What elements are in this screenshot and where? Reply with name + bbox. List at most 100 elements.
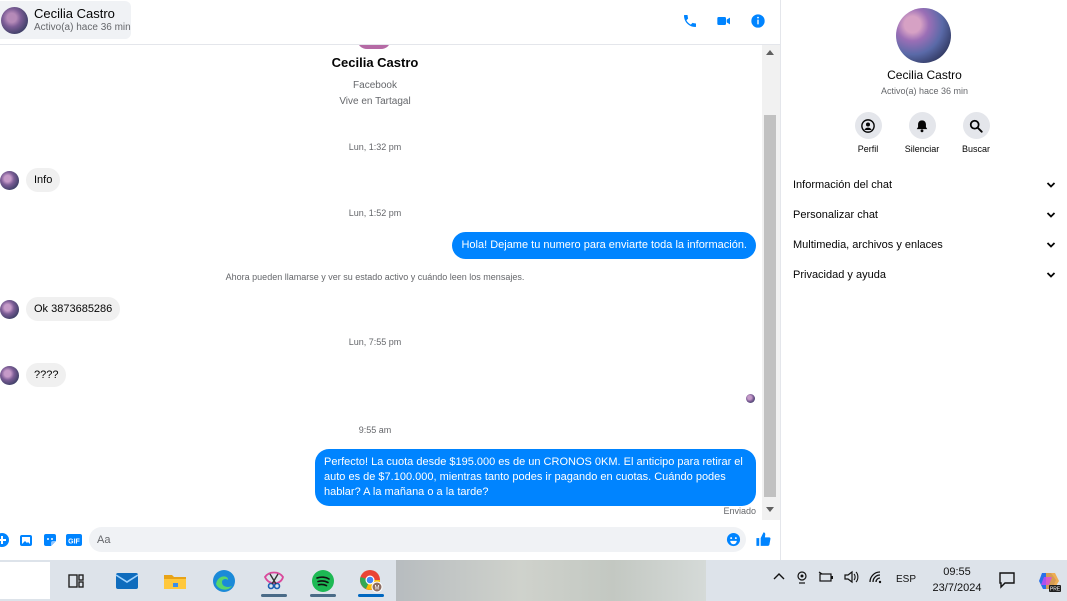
system-clock[interactable]: 09:55 23/7/2024: [928, 564, 986, 596]
contact-info: Cecilia Castro Activo(a) hace 36 min: [34, 6, 131, 33]
plus-circle-icon: [0, 533, 9, 547]
system-tray: [772, 570, 884, 584]
profile-source: Facebook: [353, 80, 397, 91]
contact-avatar[interactable]: [1, 6, 28, 34]
system-notice: Ahora pueden llamarse y ver su estado ac…: [225, 272, 525, 282]
sender-avatar: [0, 365, 19, 385]
input-language-indicator[interactable]: ESP: [896, 574, 916, 585]
message-bubble-out[interactable]: Perfecto! La cuota desde $195.000 es de …: [315, 449, 756, 506]
contact-header-button[interactable]: Cecilia Castro Activo(a) hace 36 min: [0, 1, 131, 39]
volume-icon[interactable]: [843, 570, 859, 584]
taskbar-mail-app[interactable]: [106, 564, 148, 597]
section-privacy-support[interactable]: Privacidad y ayuda: [793, 260, 1056, 290]
task-view-button[interactable]: [55, 564, 97, 597]
like-button[interactable]: [755, 531, 772, 553]
taskbar-spotify[interactable]: [302, 564, 344, 597]
timestamp: Lun, 1:52 pm: [348, 208, 402, 218]
taskbar-chrome[interactable]: M: [350, 564, 392, 597]
section-media-files-links[interactable]: Multimedia, archivos y enlaces: [793, 230, 1056, 260]
timestamp: Lun, 1:32 pm: [348, 142, 402, 152]
mute-action-button[interactable]: Silenciar: [905, 112, 939, 154]
contact-name: Cecilia Castro: [34, 6, 115, 22]
header-actions: [680, 11, 768, 31]
section-label: Información del chat: [793, 179, 893, 191]
profile-icon: [854, 112, 882, 139]
webcam-icon[interactable]: [795, 570, 809, 584]
message-bubble-in[interactable]: ????: [26, 363, 67, 387]
chrome-icon: M: [360, 569, 383, 592]
timestamp: Lun, 7:55 pm: [348, 337, 402, 347]
profile-actions: Perfil Silenciar Buscar: [853, 112, 991, 154]
copilot-button[interactable]: PRE: [1037, 569, 1061, 598]
message-bubble-out[interactable]: Hola! Dejame tu numero para enviarte tod…: [452, 232, 756, 259]
chat-scrollbar[interactable]: [762, 45, 780, 520]
bell-icon: [908, 112, 936, 139]
chevron-down-icon: [1046, 242, 1056, 248]
attach-image-button[interactable]: [18, 532, 34, 548]
video-call-button[interactable]: [714, 11, 734, 31]
thumbs-up-icon: [756, 532, 771, 546]
section-label: Personalizar chat: [793, 209, 878, 221]
message-input[interactable]: [89, 527, 746, 552]
wifi-icon[interactable]: [868, 570, 884, 584]
more-actions-button[interactable]: [0, 532, 10, 548]
video-camera-icon: [717, 17, 730, 25]
search-action-label: Buscar: [961, 144, 990, 154]
image-icon: [20, 535, 32, 546]
windows-taskbar: M ESP 09:55 23/7/2024 PRE: [0, 560, 1067, 601]
notification-center-button[interactable]: [998, 571, 1016, 594]
conversation-info-button[interactable]: [748, 11, 768, 31]
section-label: Privacidad y ayuda: [793, 269, 886, 281]
search-action-button[interactable]: Buscar: [961, 112, 991, 154]
info-icon: [751, 14, 765, 28]
sticker-button[interactable]: [42, 532, 58, 548]
message-list[interactable]: Cecilia Castro Facebook Vive en Tartagal…: [0, 39, 762, 520]
scroll-thumb[interactable]: [764, 115, 776, 497]
message-bubble-in[interactable]: Info: [26, 168, 61, 192]
sticker-icon: [44, 534, 56, 546]
scissors-icon: [263, 571, 284, 589]
incoming-message: ????: [0, 363, 67, 387]
profile-location: Vive en Tartagal: [339, 96, 411, 107]
spotify-icon: [312, 569, 334, 592]
taskbar-search-box[interactable]: [0, 562, 50, 599]
profile-avatar[interactable]: [896, 8, 951, 63]
mail-icon: [115, 572, 139, 589]
folder-icon: [164, 574, 186, 589]
seen-avatar-indicator: [746, 394, 755, 403]
timestamp: 9:55 am: [358, 425, 392, 435]
edge-icon: [213, 569, 235, 592]
svg-text:PRE: PRE: [1050, 587, 1061, 593]
taskbar-snipping-tool[interactable]: [253, 564, 295, 597]
chevron-down-icon: [1046, 272, 1056, 278]
scroll-down-arrow-icon[interactable]: [766, 507, 774, 512]
battery-icon[interactable]: [818, 570, 834, 584]
details-sections: Información del chat Personalizar chat M…: [793, 170, 1056, 290]
chevron-up-icon[interactable]: [772, 570, 786, 584]
conversation-details-panel: Cecilia Castro Activo(a) hace 36 min Per…: [780, 0, 1067, 560]
gif-icon: GIF: [66, 534, 82, 546]
svg-text:M: M: [375, 585, 380, 591]
scroll-up-arrow-icon[interactable]: [766, 50, 774, 55]
phone-icon: [684, 15, 696, 27]
gif-button[interactable]: GIF: [66, 532, 82, 548]
contact-status: Activo(a) hace 36 min: [34, 21, 131, 33]
chat-header: Cecilia Castro Activo(a) hace 36 min: [0, 0, 780, 45]
section-customize-chat[interactable]: Personalizar chat: [793, 200, 1056, 230]
call-button[interactable]: [680, 11, 700, 31]
copilot-icon: PRE: [1039, 573, 1061, 593]
running-indicator: [310, 594, 336, 597]
section-chat-info[interactable]: Información del chat: [793, 170, 1056, 200]
active-indicator: [358, 594, 384, 597]
emoji-button[interactable]: [726, 532, 741, 552]
profile-action-button[interactable]: Perfil: [853, 112, 883, 154]
message-bubble-in[interactable]: Ok 3873685286: [26, 297, 121, 321]
taskbar-edge-browser[interactable]: [203, 564, 245, 597]
profile-name: Cecilia Castro: [331, 55, 419, 70]
incoming-message: Ok 3873685286: [0, 297, 121, 321]
section-label: Multimedia, archivos y enlaces: [793, 239, 943, 251]
clock-time: 09:55: [943, 566, 971, 578]
chat-bubble-icon: [999, 572, 1015, 589]
profile-action-label: Perfil: [857, 144, 879, 154]
taskbar-file-explorer[interactable]: [154, 564, 196, 597]
